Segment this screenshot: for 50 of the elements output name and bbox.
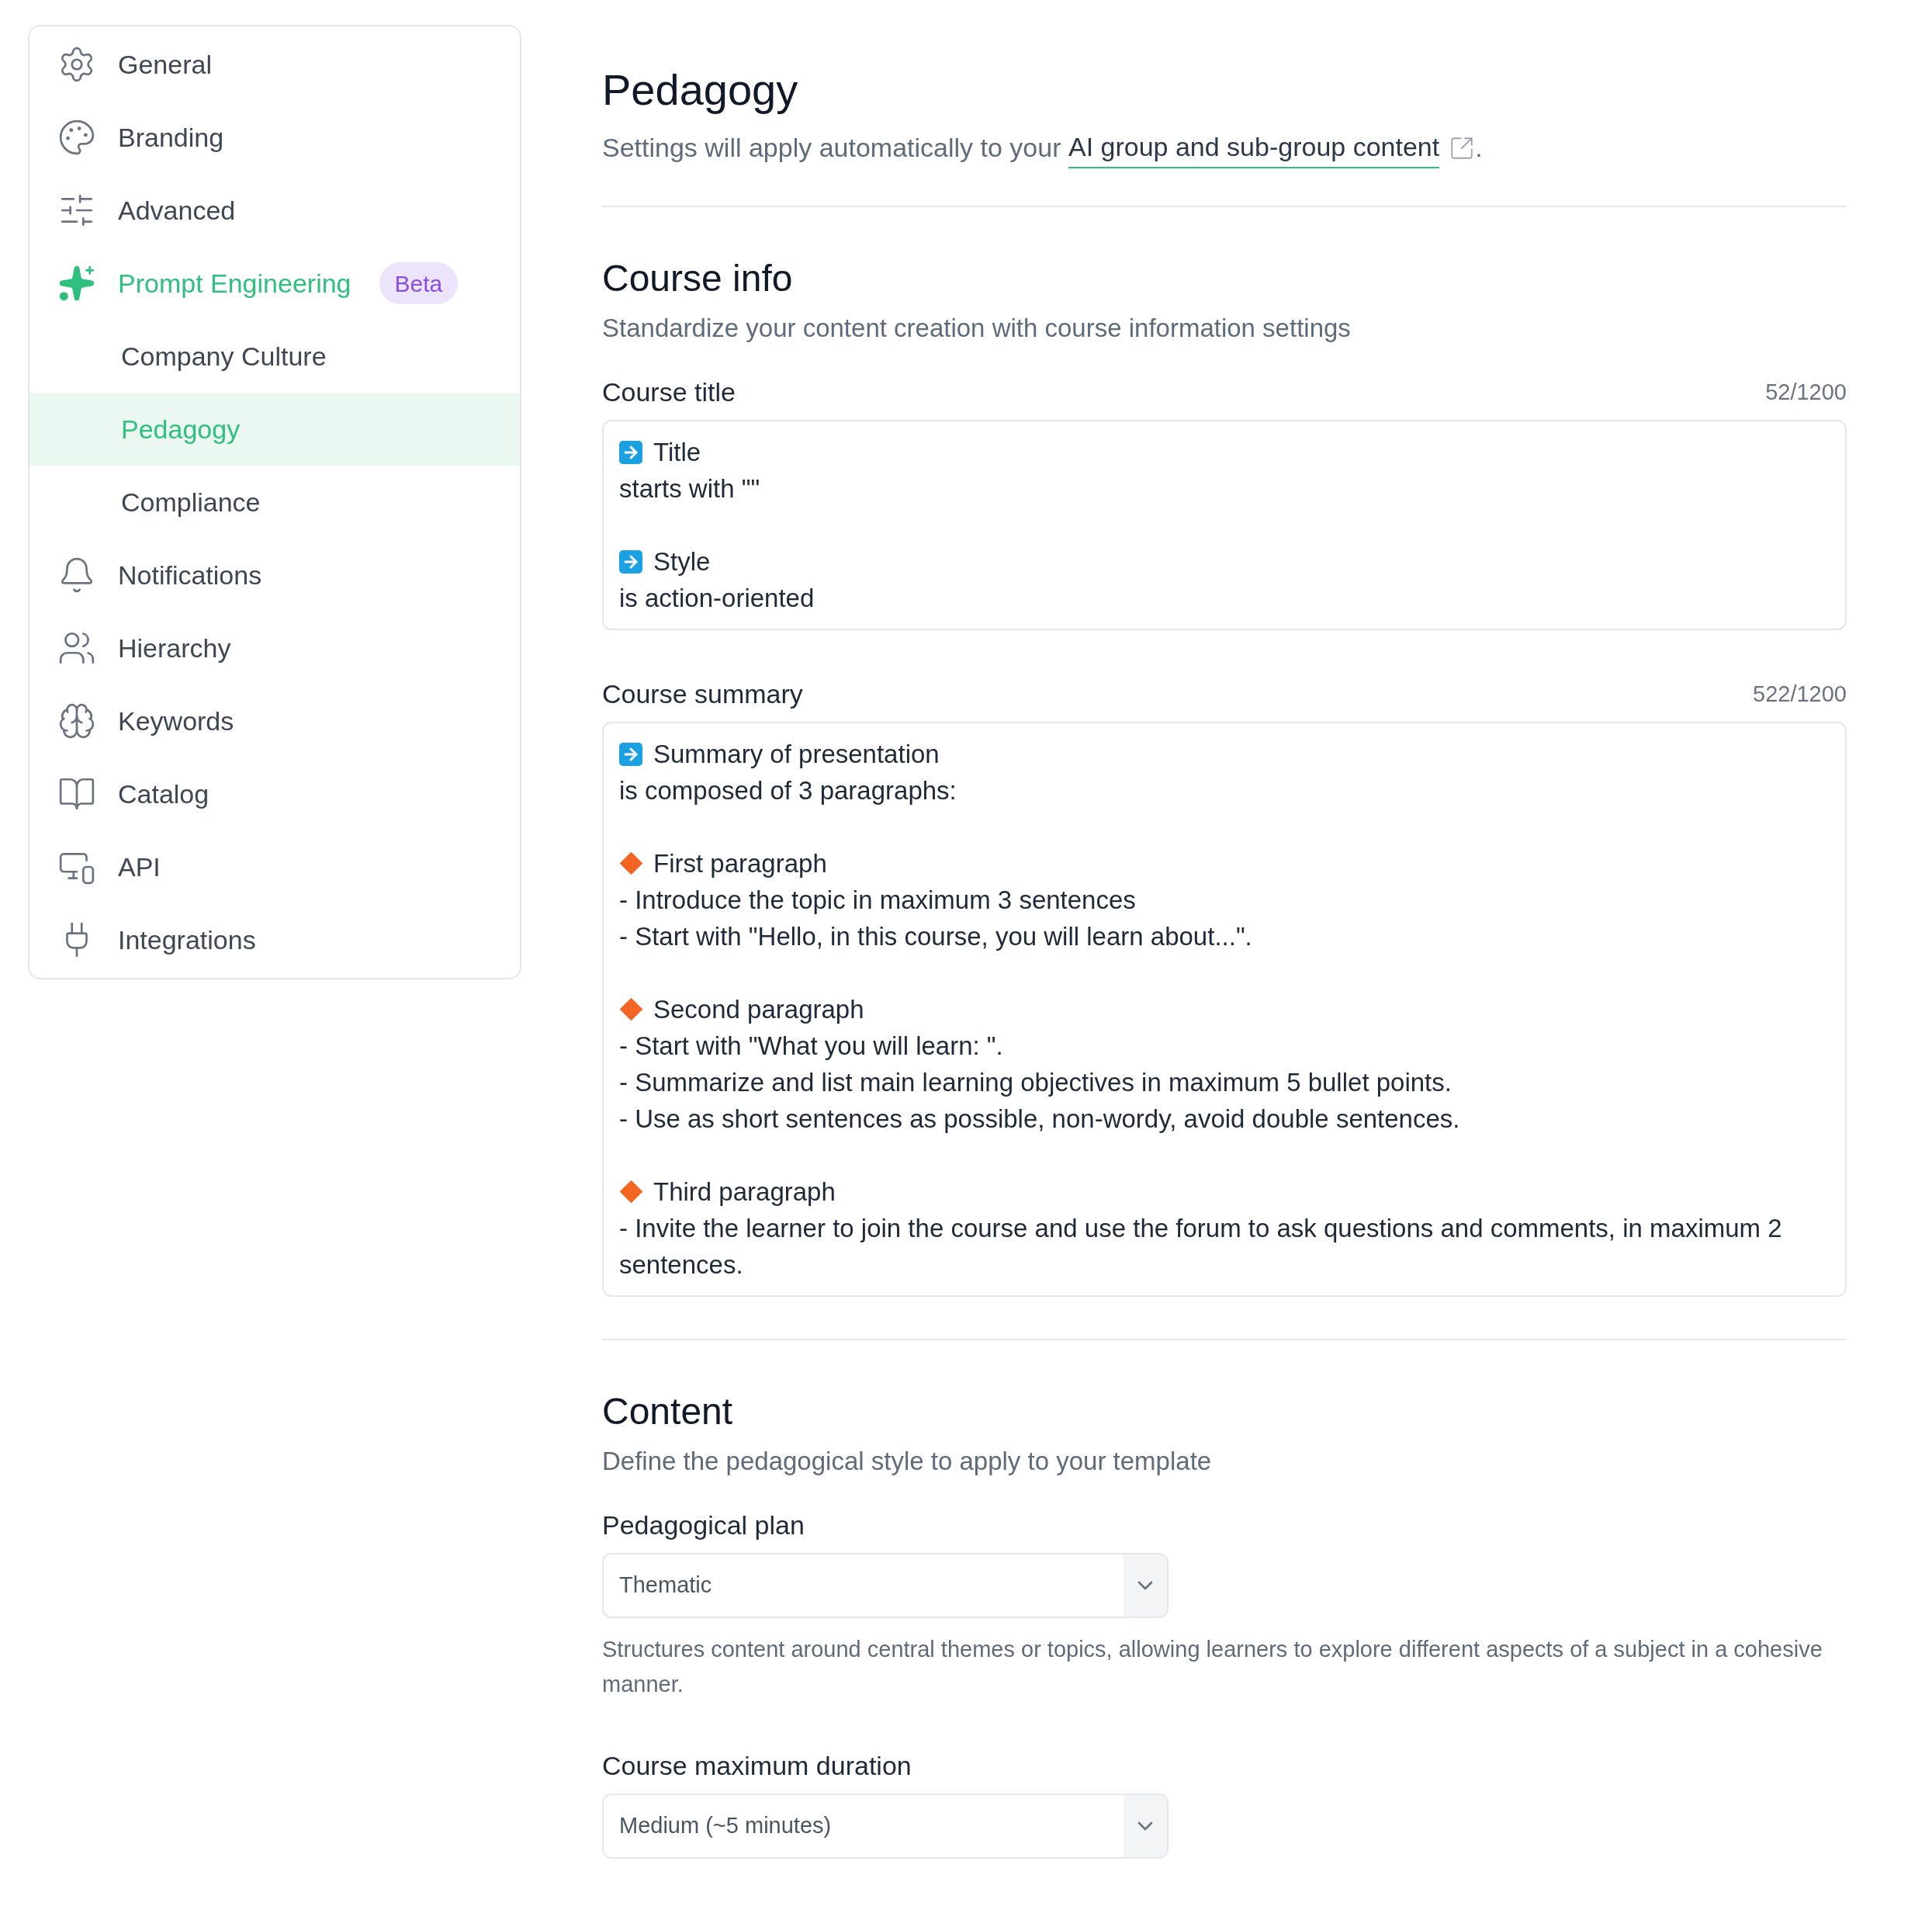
subtitle-period: . [1475,132,1483,164]
sidebar-item[interactable]: Prompt Engineering Beta [29,247,520,320]
text-line: - Introduce the topic in maximum 3 sentences [619,885,1137,916]
block-heading: First paragraph [653,848,827,879]
group-content-link[interactable]: AI group and sub-group content [1068,127,1440,168]
palette-icon [57,118,96,157]
sidebar-item[interactable]: Hierarchy [29,612,520,684]
sidebar-item[interactable]: General [29,28,520,101]
sidebar-item[interactable]: API [29,830,520,903]
sidebar-item[interactable]: Notifications [29,539,520,612]
block-heading: Third paragraph [653,1177,836,1208]
text-line: is action-oriented [619,583,815,614]
sidebar-item[interactable]: Keywords [29,684,520,757]
text-line: - Start with "What you will learn: ". [619,1031,1004,1062]
sidebar-item[interactable]: Advanced [29,174,520,247]
sidebar-item[interactable]: Integrations [29,903,520,976]
text-line: is composed of 3 paragraphs: [619,775,957,806]
sidebar-item[interactable]: Branding [29,101,520,174]
text-line: - Summarize and list main learning objectives in maximum 5 bullet points. [619,1067,1452,1098]
block-heading: Second paragraph [653,994,864,1025]
select-dropdown[interactable]: Medium (~5 minutes) [602,1794,1169,1859]
text-line: - Use as short sentences as possible, non-wordy, avoid double sentences. [619,1104,1461,1135]
character-counter: 522/1200 [1753,680,1847,708]
section-description: Define the pedagogical style to apply to your template [602,1446,1213,1477]
subtitle-text: Settings will apply automatically to your [602,132,1062,164]
sidebar-item[interactable]: Catalog [29,757,520,830]
field-label: Course title [602,376,736,408]
field-label: Course summary [602,678,803,710]
sidebar-subitem[interactable]: Compliance [29,466,520,539]
block-heading: Title [653,437,701,468]
character-counter: 52/1200 [1765,378,1847,406]
help-text: Structures content around central themes or topics, allowing learners to explore different aspects of a subject in a cohesive manner. [602,1636,1823,1698]
text-area[interactable]: Title starts with "" Style is action-oriented [602,420,1847,630]
field-label: Course maximum duration [602,1750,912,1782]
sidebar-subitem[interactable]: Company Culture [29,320,520,393]
beta-badge: Beta [379,262,459,304]
text-line: - Invite the learner to join the course and use the forum to ask questions and comments, in maximum 2 sentences. [619,1213,1783,1281]
block-heading: Summary of presentation [653,739,940,770]
page-title: Pedagogy [602,64,799,116]
text-area[interactable] [602,722,1847,1297]
brain-icon [57,702,96,740]
text-line: - Start with "Hello, in this course, you will learn about...". [619,921,1253,952]
section-description: Standardize your content creation with course information settings [602,313,1352,344]
sparkle-icon [57,264,96,303]
section-title: Course info [602,257,794,300]
select-dropdown[interactable]: Thematic [602,1553,1169,1618]
field-label: Pedagogical plan [602,1509,805,1541]
text-line: starts with "" [619,473,761,504]
section-title: Content [602,1390,734,1433]
block-heading: Style [653,546,711,577]
